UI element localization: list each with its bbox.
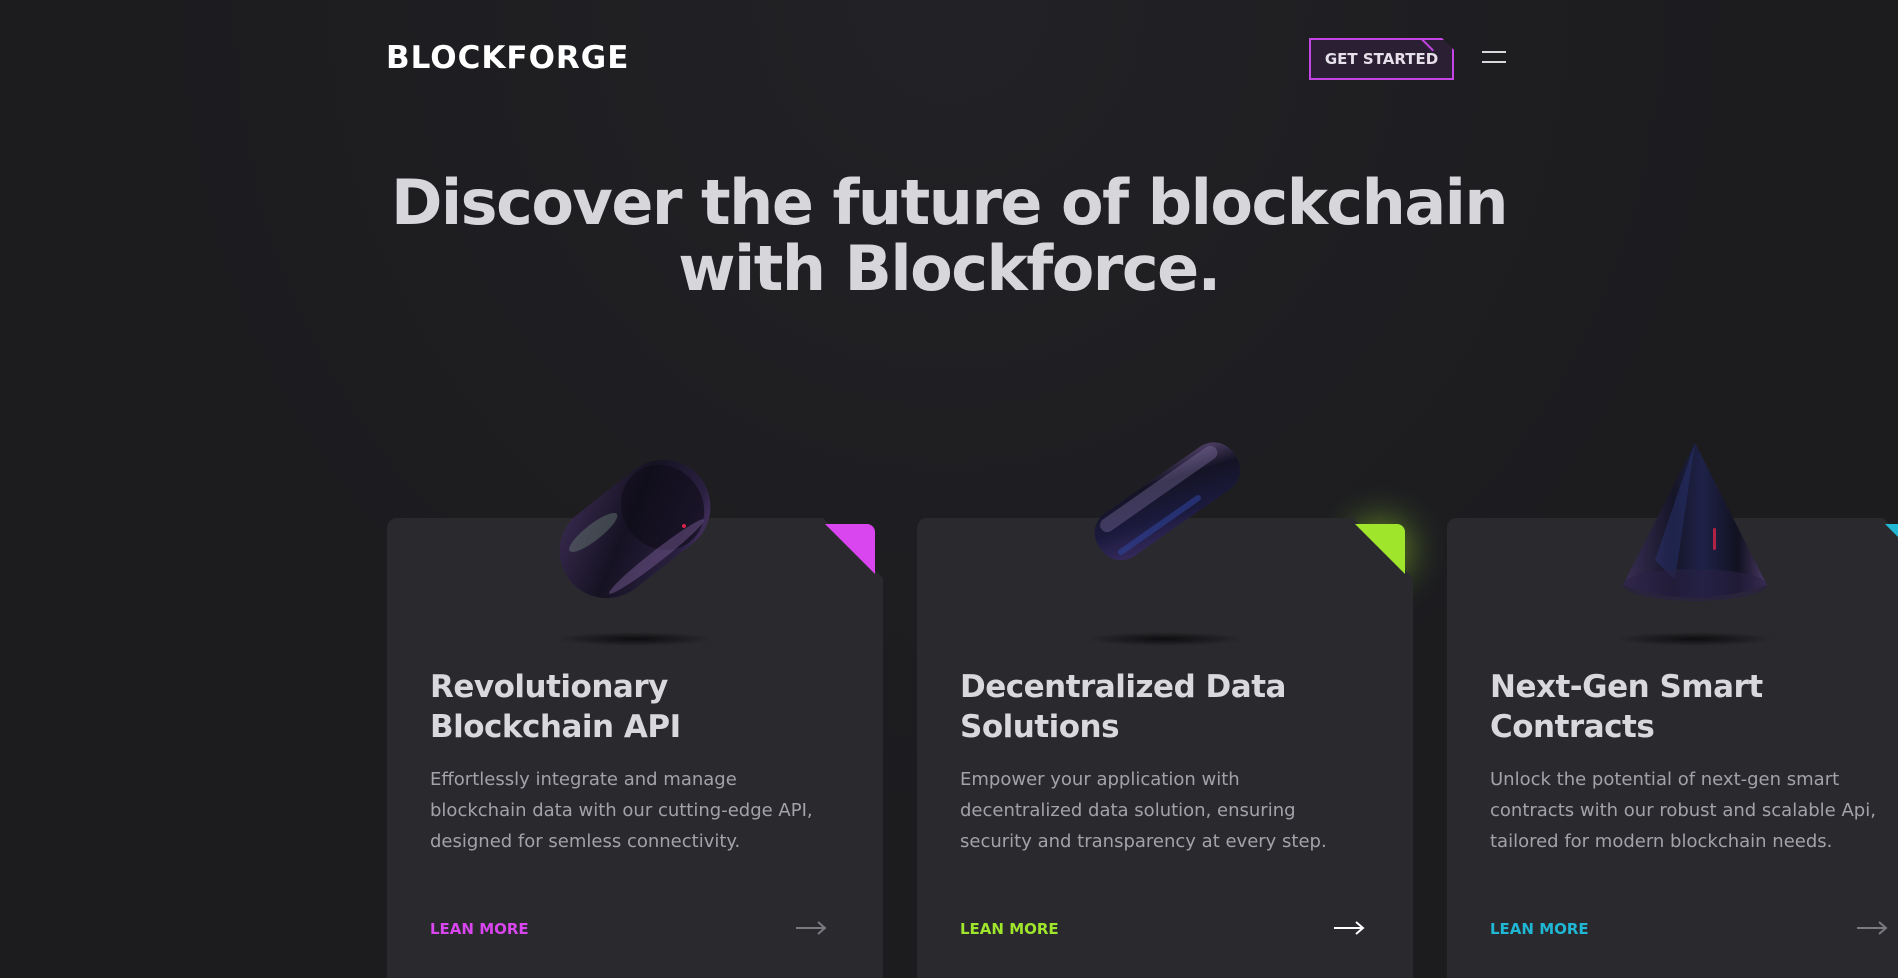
- object-shadow: [1085, 632, 1245, 646]
- card-title: Revolutionary Blockchain API: [430, 669, 681, 745]
- hero-title-line-2: with Blockforce.: [678, 232, 1221, 305]
- cone-3d-icon: [1623, 443, 1767, 601]
- page: BLOCKFORGE GET STARTED Discover the futu…: [0, 0, 1898, 978]
- card-title: Decentralized Data Solutions: [960, 669, 1286, 745]
- get-started-button[interactable]: GET STARTED: [1309, 38, 1454, 80]
- arrow-right-icon[interactable]: [795, 921, 827, 935]
- arrow-right-icon[interactable]: [1856, 921, 1888, 935]
- object-shadow: [555, 632, 715, 646]
- arrow-right-icon[interactable]: [1333, 921, 1365, 935]
- object-shadow: [1615, 632, 1775, 646]
- capsule-3d-icon: [559, 459, 711, 599]
- hero-title: Discover the future of blockchain with B…: [0, 170, 1898, 302]
- card-description: Empower your application with decentrali…: [960, 769, 1327, 852]
- card-description: Effortlessly integrate and manage blockc…: [430, 769, 813, 852]
- hero-title-line-1: Discover the future of blockchain: [390, 166, 1509, 239]
- learn-more-link[interactable]: LEAN MORE: [430, 920, 529, 938]
- hamburger-menu-icon[interactable]: [1482, 50, 1506, 64]
- learn-more-link[interactable]: LEAN MORE: [1490, 920, 1589, 938]
- card-title: Next-Gen Smart Contracts: [1490, 669, 1763, 745]
- card-description: Unlock the potential of next-gen smart c…: [1490, 769, 1876, 852]
- rounded-bar-3d-icon: [1094, 442, 1240, 561]
- learn-more-link[interactable]: LEAN MORE: [960, 920, 1059, 938]
- feature-card-data: [917, 518, 1413, 978]
- brand-logo[interactable]: BLOCKFORGE: [386, 40, 629, 76]
